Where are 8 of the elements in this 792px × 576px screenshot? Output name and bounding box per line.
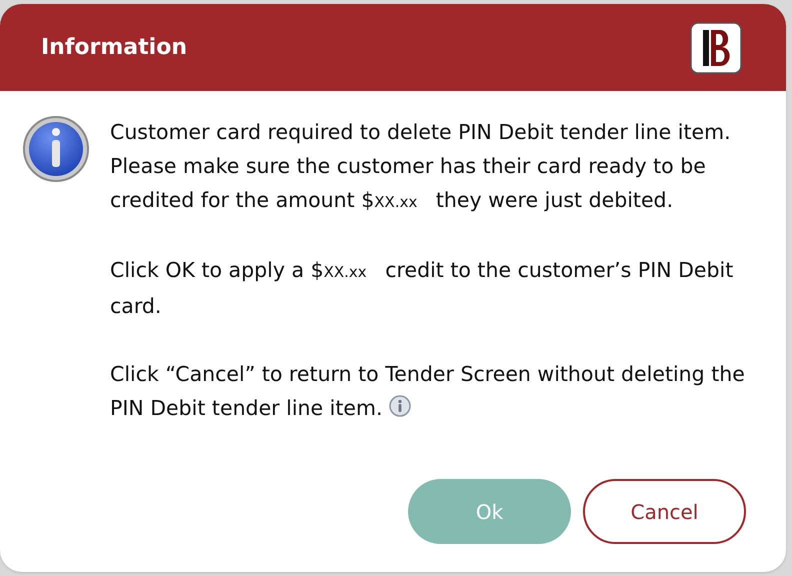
cancel-button[interactable]: Cancel bbox=[583, 479, 746, 544]
logo-icon bbox=[690, 22, 742, 74]
message-paragraph: Click OK to apply a $XX.xx credit to the customer’s PIN Debit card. bbox=[110, 257, 734, 320]
message-paragraph: Customer card required to delete PIN Debit tender line item. Please make sure the customer has their card ready to be credited for the amount $XX.xx they were just debited. bbox=[110, 119, 732, 214]
info-icon bbox=[389, 395, 412, 417]
window-title: Information bbox=[41, 34, 187, 62]
info-icon bbox=[22, 115, 90, 183]
message-paragraph: Click “Cancel” to return to Tender Screen without deleting the PIN Debit tender line item. bbox=[110, 361, 746, 422]
